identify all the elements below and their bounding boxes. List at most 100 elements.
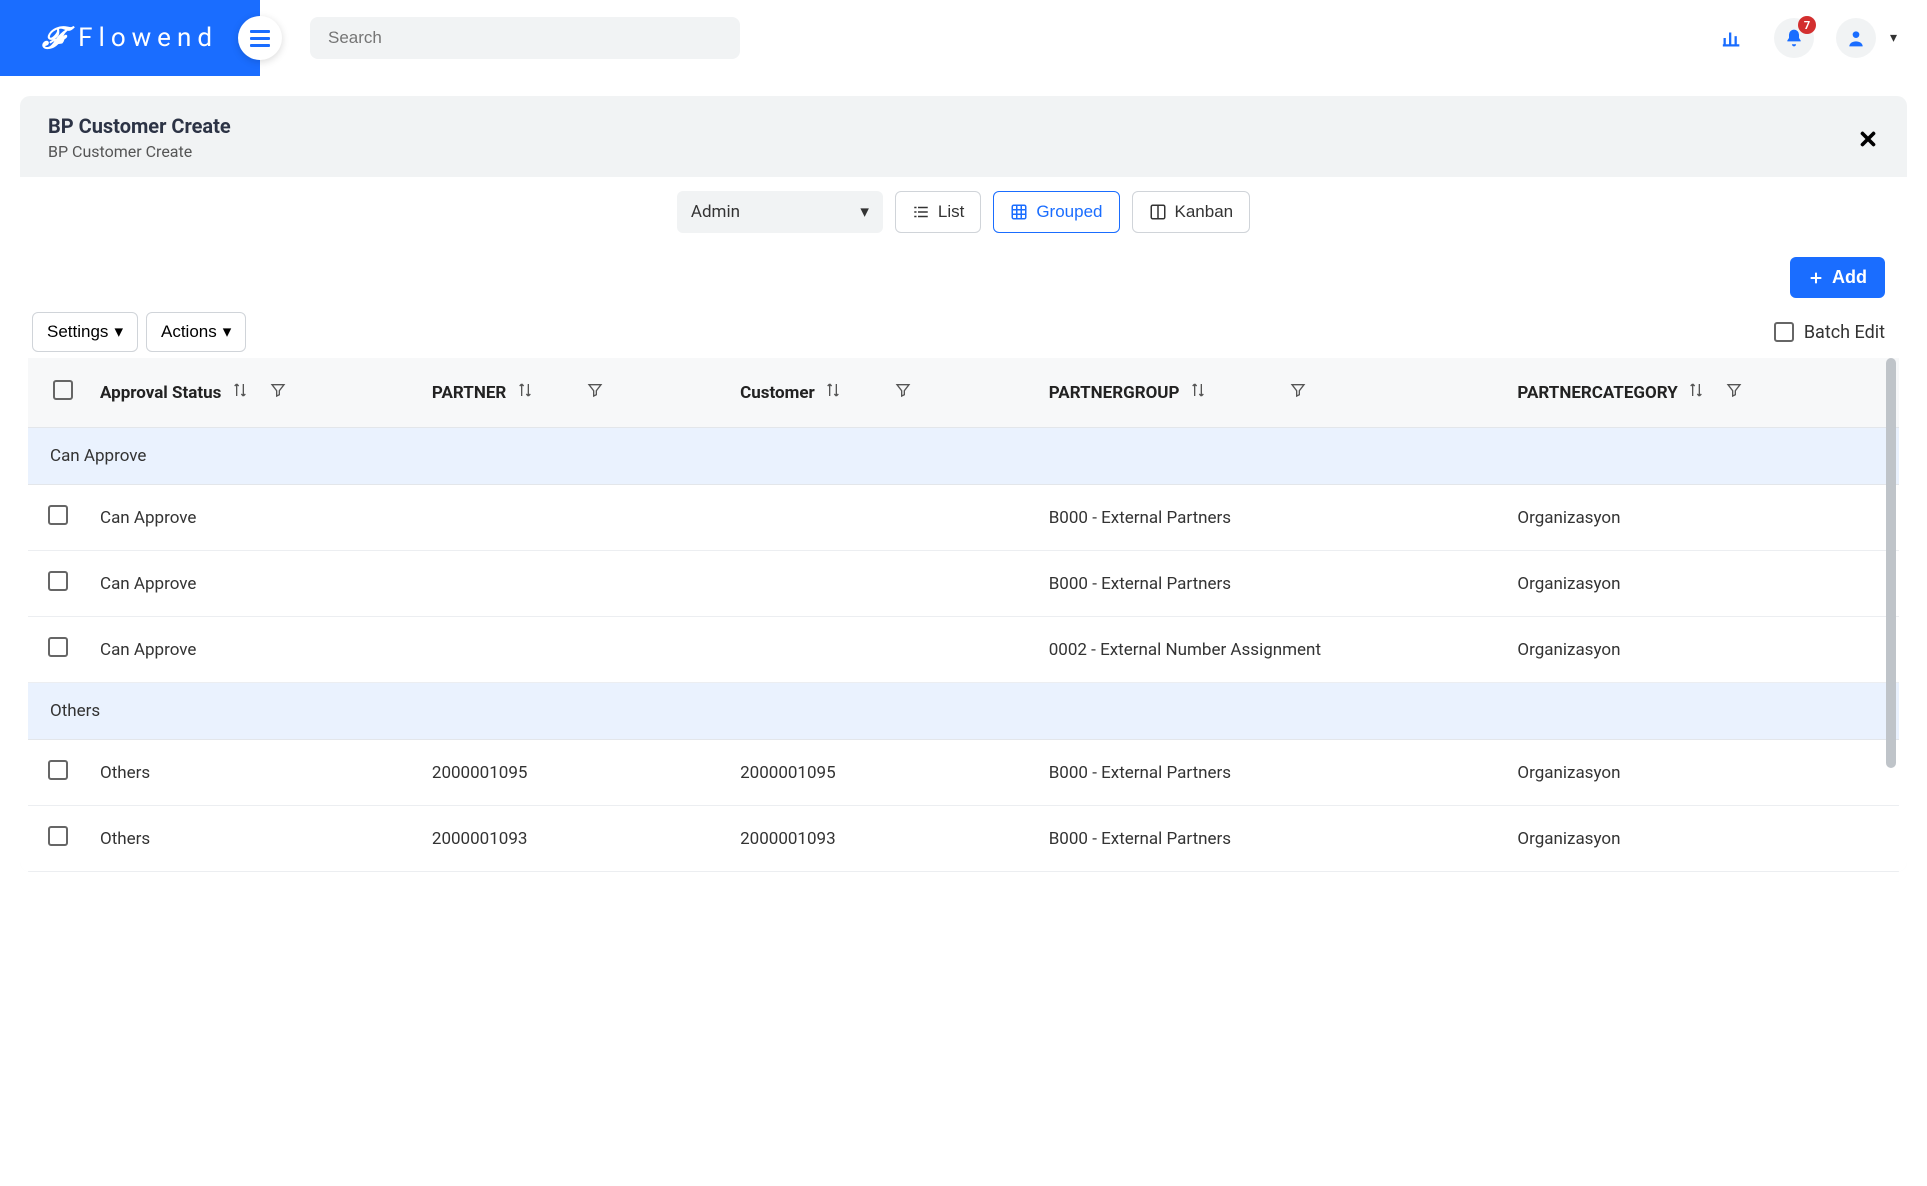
group-row[interactable]: Can Approve bbox=[28, 428, 1899, 485]
table-row[interactable]: Can Approve0002 - External Number Assign… bbox=[28, 617, 1899, 683]
brand-logo[interactable]: 𝓕 Flowend bbox=[42, 21, 218, 56]
kanban-icon bbox=[1149, 203, 1167, 221]
view-grouped-button[interactable]: Grouped bbox=[993, 191, 1119, 233]
cell-partner bbox=[420, 617, 728, 683]
filter-icon[interactable] bbox=[1290, 382, 1306, 398]
table-row[interactable]: Can ApproveB000 - External PartnersOrgan… bbox=[28, 551, 1899, 617]
cell-approval: Can Approve bbox=[88, 485, 420, 551]
menu-toggle-button[interactable] bbox=[238, 16, 282, 60]
col-partner[interactable]: PARTNER bbox=[420, 358, 728, 428]
col-approval-label: Approval Status bbox=[100, 383, 221, 403]
view-grouped-label: Grouped bbox=[1036, 202, 1102, 222]
cell-partner bbox=[420, 551, 728, 617]
plus-icon bbox=[1808, 270, 1824, 286]
cell-approval: Can Approve bbox=[88, 551, 420, 617]
row-checkbox[interactable] bbox=[48, 760, 68, 780]
view-toolbar: Admin ▾ List Grouped Kanban bbox=[28, 191, 1899, 233]
logo-area: 𝓕 Flowend bbox=[0, 0, 260, 76]
add-row: Add bbox=[28, 257, 1899, 298]
brand-name: Flowend bbox=[78, 23, 218, 53]
chevron-down-icon[interactable]: ▾ bbox=[1890, 30, 1897, 46]
view-list-button[interactable]: List bbox=[895, 191, 981, 233]
batch-edit-toggle[interactable]: Batch Edit bbox=[1774, 322, 1885, 343]
list-icon bbox=[912, 203, 930, 221]
cell-customer bbox=[728, 551, 1037, 617]
filter-icon[interactable] bbox=[270, 382, 286, 398]
page-title: BP Customer Create bbox=[48, 114, 231, 138]
col-partner-label: PARTNER bbox=[432, 383, 506, 403]
admin-dropdown-label: Admin bbox=[691, 202, 740, 222]
scrollbar[interactable] bbox=[1886, 358, 1896, 768]
settings-button[interactable]: Settings ▾ bbox=[32, 312, 138, 352]
add-button[interactable]: Add bbox=[1790, 257, 1885, 298]
row-checkbox-cell bbox=[28, 740, 88, 806]
user-menu-button[interactable] bbox=[1836, 18, 1876, 58]
search-input[interactable] bbox=[310, 17, 740, 59]
page-subtitle: BP Customer Create bbox=[48, 142, 231, 161]
top-bar: 𝓕 Flowend 7 ▾ bbox=[0, 0, 1927, 76]
grid-icon bbox=[1010, 203, 1028, 221]
view-list-label: List bbox=[938, 202, 964, 222]
view-kanban-button[interactable]: Kanban bbox=[1132, 191, 1251, 233]
header-checkbox-col bbox=[28, 358, 88, 428]
sort-icon[interactable] bbox=[1688, 382, 1704, 398]
row-checkbox[interactable] bbox=[48, 637, 68, 657]
close-icon bbox=[1857, 128, 1879, 150]
col-partnercategory[interactable]: PARTNERCATEGORY bbox=[1505, 358, 1899, 428]
cell-partnergroup: B000 - External Partners bbox=[1037, 551, 1506, 617]
table-row[interactable]: Can Approve B000 - External PartnersOrgan… bbox=[28, 485, 1899, 551]
cell-approval: Others bbox=[88, 806, 420, 872]
row-checkbox-cell bbox=[28, 806, 88, 872]
select-all-checkbox[interactable] bbox=[53, 380, 73, 400]
cell-partnercategory: Organizasyon bbox=[1505, 617, 1899, 683]
checkbox-icon bbox=[1774, 322, 1794, 342]
cell-approval: Others bbox=[88, 740, 420, 806]
table-row[interactable]: Others20000010952000001095B000 - Externa… bbox=[28, 740, 1899, 806]
table-row[interactable]: Others20000010932000001093B000 - Externa… bbox=[28, 806, 1899, 872]
analytics-button[interactable] bbox=[1712, 18, 1752, 58]
filter-icon[interactable] bbox=[1726, 382, 1742, 398]
filter-icon[interactable] bbox=[587, 382, 603, 398]
caret-down-icon: ▾ bbox=[114, 322, 123, 342]
col-customer[interactable]: Customer bbox=[728, 358, 1037, 428]
admin-dropdown[interactable]: Admin ▾ bbox=[677, 191, 883, 233]
cell-partnergroup: B000 - External Partners bbox=[1037, 806, 1506, 872]
close-button[interactable] bbox=[1857, 123, 1879, 153]
cell-partnercategory: Organizasyon bbox=[1505, 740, 1899, 806]
col-approval[interactable]: Approval Status bbox=[88, 358, 420, 428]
row-checkbox[interactable] bbox=[48, 505, 68, 525]
sort-icon[interactable] bbox=[517, 382, 533, 398]
logo-icon: 𝓕 bbox=[42, 21, 70, 56]
search-area bbox=[260, 17, 1712, 59]
batch-edit-label: Batch Edit bbox=[1804, 322, 1885, 343]
cell-customer bbox=[728, 485, 1037, 551]
settings-label: Settings bbox=[47, 322, 108, 342]
cell-partner: 2000001095 bbox=[420, 740, 728, 806]
sort-icon[interactable] bbox=[232, 382, 248, 398]
cell-partnergroup: B000 - External Partners bbox=[1037, 485, 1506, 551]
row-checkbox[interactable] bbox=[48, 571, 68, 591]
row-checkbox[interactable] bbox=[48, 826, 68, 846]
cell-partnercategory: Organizasyon bbox=[1505, 485, 1899, 551]
col-partnercategory-label: PARTNERCATEGORY bbox=[1517, 383, 1677, 403]
view-kanban-label: Kanban bbox=[1175, 202, 1234, 222]
col-partnergroup[interactable]: PARTNERGROUP bbox=[1037, 358, 1506, 428]
notifications-button[interactable]: 7 bbox=[1774, 18, 1814, 58]
cell-approval: Can Approve bbox=[88, 617, 420, 683]
actions-button[interactable]: Actions ▾ bbox=[146, 312, 246, 352]
sort-icon[interactable] bbox=[1190, 382, 1206, 398]
group-row[interactable]: Others bbox=[28, 683, 1899, 740]
filter-icon[interactable] bbox=[895, 382, 911, 398]
panel-header: BP Customer Create BP Customer Create bbox=[20, 96, 1907, 177]
data-table: Approval Status PARTNER Customer bbox=[28, 358, 1899, 872]
cell-customer: 2000001093 bbox=[728, 806, 1037, 872]
cell-partner: 2000001093 bbox=[420, 806, 728, 872]
user-icon bbox=[1846, 28, 1866, 48]
row-checkbox-cell bbox=[28, 485, 88, 551]
sort-icon[interactable] bbox=[825, 382, 841, 398]
row-checkbox-cell bbox=[28, 551, 88, 617]
cell-customer: 2000001095 bbox=[728, 740, 1037, 806]
row-checkbox-cell bbox=[28, 617, 88, 683]
col-partnergroup-label: PARTNERGROUP bbox=[1049, 383, 1180, 403]
hamburger-icon bbox=[250, 30, 270, 47]
